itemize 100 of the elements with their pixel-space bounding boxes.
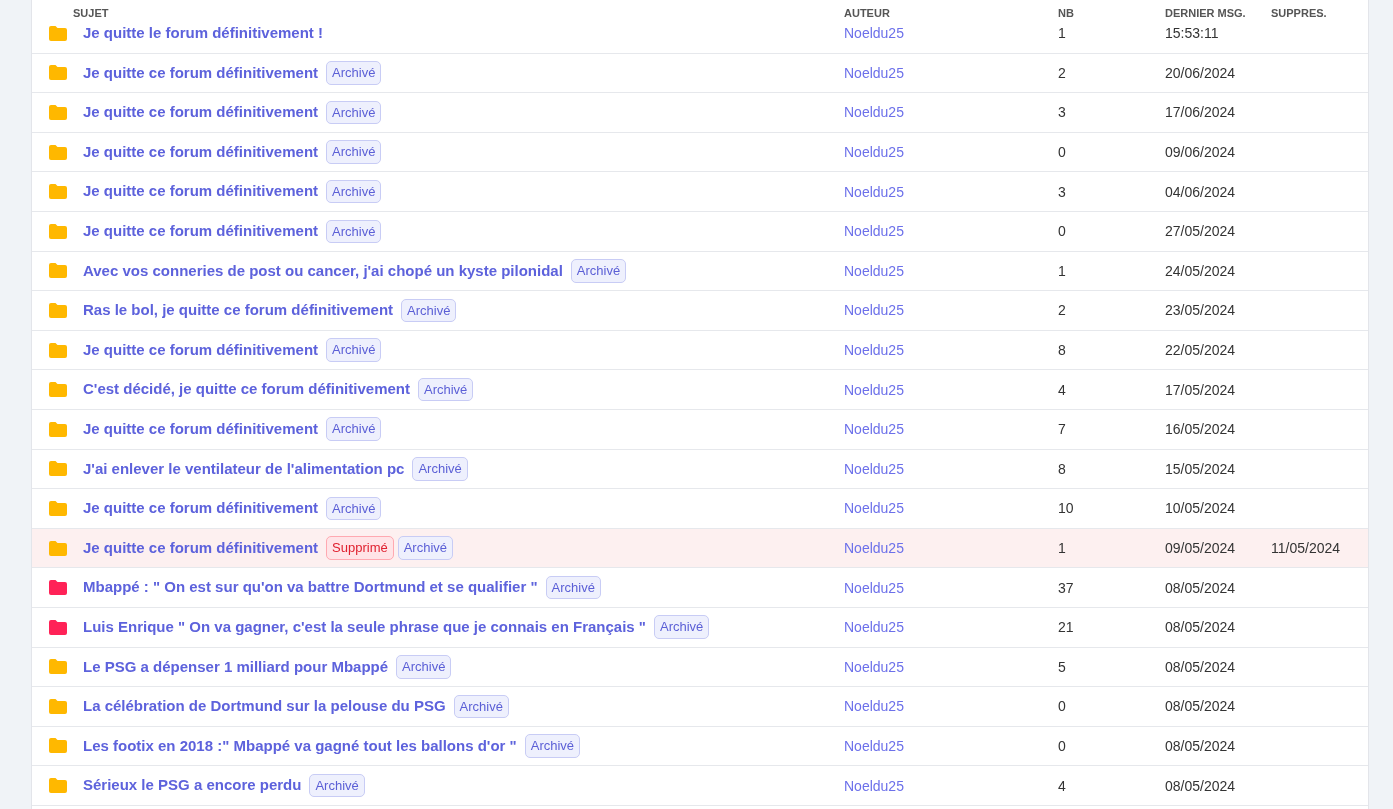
topic-link[interactable]: Ras le bol, je quitte ce forum définitivement <box>83 299 394 322</box>
archived-tag: Archivé <box>326 496 382 521</box>
archived-tag: Archivé <box>412 457 468 481</box>
topic-link[interactable]: Les footix en 2018 :" Mbappé va gagné tout les ballons d'or " <box>83 734 517 758</box>
topic-link[interactable]: La célébration de Dortmund sur la pelouse du PSG <box>83 695 446 718</box>
reply-count: 4 <box>1058 776 1066 794</box>
reply-count: 0 <box>1058 737 1066 754</box>
author-link[interactable]: Noeldu25 <box>844 64 904 81</box>
reply-count: 8 <box>1058 459 1066 477</box>
last-message-date: 20/06/2024 <box>1165 63 1236 81</box>
topic-link[interactable]: Sérieux le PSG a encore perdu <box>83 774 302 797</box>
author-link[interactable]: Noeldu25 <box>844 777 904 794</box>
last-message-date: 17/05/2024 <box>1165 380 1236 398</box>
archived-tag: Archivé <box>654 615 710 639</box>
topic-link[interactable]: Je quitte ce forum définitivement <box>83 418 319 441</box>
last-message-date: 08/05/2024 <box>1165 776 1236 794</box>
last-message-date: 16/05/2024 <box>1165 420 1236 438</box>
reply-count: 3 <box>1058 182 1066 200</box>
reply-count: 0 <box>1058 697 1066 715</box>
reply-count: 5 <box>1058 657 1066 675</box>
last-message-date: 08/05/2024 <box>1165 737 1236 754</box>
author-link[interactable]: Noeldu25 <box>844 500 904 517</box>
last-message-date: 09/06/2024 <box>1165 143 1236 161</box>
author-link[interactable]: Noeldu25 <box>844 302 904 319</box>
topic-link[interactable]: C'est décidé, je quitte ce forum définitivement <box>83 378 410 401</box>
last-message-date: 08/05/2024 <box>1165 697 1236 715</box>
archived-tag: Archivé <box>396 655 452 679</box>
reply-count: 2 <box>1058 63 1066 81</box>
author-link[interactable]: Noeldu25 <box>844 658 904 675</box>
topic-link[interactable]: Je quitte le forum définitivement ! <box>83 22 324 45</box>
author-link[interactable]: Noeldu25 <box>844 25 904 42</box>
archived-tag: Archivé <box>417 377 474 402</box>
reply-count: 8 <box>1058 341 1066 359</box>
author-link[interactable]: Noeldu25 <box>844 104 904 121</box>
archived-tag: Archivé <box>545 575 601 600</box>
archived-tag: Archivé <box>326 179 382 204</box>
archived-tag: Archivé <box>401 298 457 323</box>
topic-link[interactable]: Je quitte ce forum définitivement <box>83 61 319 85</box>
author-link[interactable]: Noeldu25 <box>844 381 904 398</box>
archived-tag: Archivé <box>524 734 581 758</box>
last-message-date: 08/05/2024 <box>1165 657 1236 675</box>
topic-link[interactable]: J'ai enlever le ventilateur de l'alimentation pc <box>83 457 405 481</box>
author-link[interactable]: Noeldu25 <box>844 223 904 240</box>
last-message-date: 17/06/2024 <box>1165 103 1236 121</box>
reply-count: 1 <box>1058 539 1066 556</box>
reply-count: 0 <box>1058 222 1066 240</box>
topic-link[interactable]: Je quitte ce forum définitivement <box>83 101 319 124</box>
topic-link[interactable]: Je quitte ce forum définitivement <box>83 536 319 560</box>
reply-count: 3 <box>1058 103 1066 121</box>
last-message-date: 08/05/2024 <box>1165 578 1236 596</box>
author-link[interactable]: Noeldu25 <box>844 460 904 477</box>
deletion-date: 11/05/2024 <box>1271 539 1341 556</box>
topic-link[interactable]: Je quitte ce forum définitivement <box>83 338 319 362</box>
column-header[interactable]: NB <box>1058 7 1074 19</box>
last-message-date: 15/05/2024 <box>1165 459 1236 477</box>
archived-tag: Archivé <box>570 259 627 283</box>
column-header[interactable]: SUJET <box>49 7 109 19</box>
column-header[interactable]: SUPPRES. <box>1271 7 1327 19</box>
author-link[interactable]: Noeldu25 <box>844 540 904 556</box>
author-link[interactable]: Noeldu25 <box>844 579 904 596</box>
archived-tag: Archivé <box>326 417 382 441</box>
reply-count: 4 <box>1058 380 1066 398</box>
archived-tag: Archivé <box>326 100 382 125</box>
last-message-date: 24/05/2024 <box>1165 261 1236 279</box>
archived-tag: Archivé <box>397 536 454 560</box>
reply-count: 0 <box>1058 143 1066 161</box>
archived-tag: Archivé <box>309 773 365 798</box>
column-header[interactable]: DERNIER MSG. <box>1165 7 1246 19</box>
last-message-date: 08/05/2024 <box>1165 618 1236 636</box>
topic-link[interactable]: Je quitte ce forum définitivement <box>83 140 319 164</box>
reply-count: 37 <box>1058 578 1074 596</box>
author-link[interactable]: Noeldu25 <box>844 262 904 279</box>
reply-count: 1 <box>1058 261 1066 279</box>
author-link[interactable]: Noeldu25 <box>844 342 904 359</box>
topic-link[interactable]: Mbappé : " On est sur qu'on va battre Dortmund et se qualifier " <box>83 576 538 599</box>
topic-link[interactable]: Luis Enrique " On va gagner, c'est la seule phrase que je connais en Français " <box>83 615 646 639</box>
last-message-date: 04/06/2024 <box>1165 182 1236 200</box>
topic-link[interactable]: Avec vos conneries de post ou cancer, j'ai chopé un kyste pilonidal <box>83 259 563 283</box>
reply-count: 21 <box>1058 618 1074 636</box>
reply-count: 1 <box>1058 24 1066 42</box>
archived-tag: Archivé <box>326 140 382 164</box>
last-message-date: 10/05/2024 <box>1165 499 1236 517</box>
topic-link[interactable]: Je quitte ce forum définitivement <box>83 220 319 243</box>
author-link[interactable]: Noeldu25 <box>844 698 904 715</box>
topic-link[interactable]: Je quitte ce forum définitivement <box>83 180 319 203</box>
archived-tag: Archivé <box>326 338 382 362</box>
author-link[interactable]: Noeldu25 <box>844 619 904 636</box>
column-header[interactable]: AUTEUR <box>844 7 890 19</box>
topic-link[interactable]: Le PSG a dépenser 1 milliard pour Mbappé <box>83 655 389 679</box>
last-message-date: 27/05/2024 <box>1165 222 1236 240</box>
reply-count: 2 <box>1058 301 1066 319</box>
reply-count: 7 <box>1058 420 1066 438</box>
author-link[interactable]: Noeldu25 <box>844 421 904 438</box>
last-message-date: 23/05/2024 <box>1165 301 1236 319</box>
topic-link[interactable]: Je quitte ce forum définitivement <box>83 497 319 520</box>
deleted-tag: Supprimé <box>326 536 394 560</box>
last-message-date: 09/05/2024 <box>1165 539 1236 556</box>
author-link[interactable]: Noeldu25 <box>844 183 904 200</box>
author-link[interactable]: Noeldu25 <box>844 738 904 754</box>
author-link[interactable]: Noeldu25 <box>844 144 904 161</box>
